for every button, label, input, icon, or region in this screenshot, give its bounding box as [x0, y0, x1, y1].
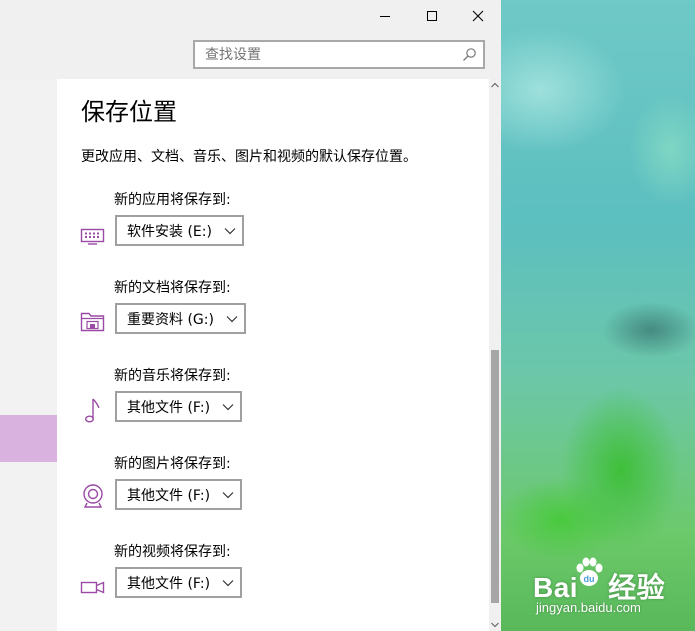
search-box[interactable] [193, 40, 485, 69]
vertical-scrollbar[interactable] [489, 79, 501, 631]
watermark-paw-text: du [584, 574, 595, 584]
setting-label: 新的图片将保存到: [114, 456, 231, 472]
setting-videos: 新的视频将保存到: 其他文件 (F:) [57, 541, 489, 621]
title-bar [0, 0, 501, 79]
search-input[interactable] [195, 42, 465, 67]
content-pane: 保存位置 更改应用、文档、音乐、图片和视频的默认保存位置。 新的应用将保存到: … [57, 79, 489, 631]
chevron-down-icon [224, 227, 236, 235]
watermark-brand: Bai [533, 572, 579, 603]
music-note-icon [84, 398, 100, 423]
music-save-location-dropdown[interactable]: 其他文件 (F:) [115, 391, 243, 422]
desktop-wallpaper [501, 0, 695, 631]
setting-label: 新的视频将保存到: [114, 544, 231, 560]
close-button[interactable] [464, 4, 492, 28]
watermark-brand-suffix: 经验 [608, 572, 666, 603]
dropdown-value: 其他文件 (F:) [127, 487, 211, 504]
chevron-down-icon [222, 491, 234, 499]
left-navigation-pane [0, 79, 57, 631]
page-title: 保存位置 [81, 98, 177, 126]
watermark-url: jingyan.baidu.com [536, 600, 641, 615]
maximize-button[interactable] [418, 4, 446, 28]
minimize-icon [380, 16, 390, 17]
setting-documents: 新的文档将保存到: 重要资料 (G:) [57, 277, 489, 357]
nav-item-selected[interactable] [0, 415, 57, 462]
camera-icon [83, 484, 103, 508]
setting-label: 新的音乐将保存到: [114, 368, 231, 384]
video-camera-icon [80, 581, 105, 594]
chevron-down-icon [226, 315, 238, 323]
baidu-paw-icon: du [576, 557, 603, 586]
dropdown-value: 其他文件 (F:) [127, 575, 211, 592]
setting-label: 新的应用将保存到: [114, 192, 231, 208]
minimize-button[interactable] [371, 4, 399, 28]
video-save-location-dropdown[interactable]: 其他文件 (F:) [115, 567, 243, 598]
settings-window: 保存位置 更改应用、文档、音乐、图片和视频的默认保存位置。 新的应用将保存到: … [0, 0, 501, 631]
dropdown-value: 软件安装 (E:) [127, 223, 212, 240]
app-save-location-dropdown[interactable]: 软件安装 (E:) [115, 215, 244, 246]
dropdown-value: 其他文件 (F:) [127, 399, 211, 416]
search-icon[interactable] [462, 47, 477, 62]
close-icon [472, 10, 484, 22]
folder-drive-icon [80, 312, 105, 332]
chevron-down-icon [222, 403, 234, 411]
scrollbar-thumb[interactable] [491, 350, 499, 603]
maximize-icon [427, 11, 437, 21]
keyboard-icon [80, 228, 105, 245]
document-save-location-dropdown[interactable]: 重要资料 (G:) [115, 303, 246, 334]
setting-apps: 新的应用将保存到: 软件安装 (E:) [57, 189, 489, 269]
chevron-down-icon [222, 579, 234, 587]
picture-save-location-dropdown[interactable]: 其他文件 (F:) [115, 479, 243, 510]
setting-label: 新的文档将保存到: [114, 280, 231, 296]
scroll-up-icon[interactable] [490, 81, 500, 89]
setting-pictures: 新的图片将保存到: 其他文件 (F:) [57, 453, 489, 533]
setting-music: 新的音乐将保存到: 其他文件 (F:) [57, 365, 489, 445]
dropdown-value: 重要资料 (G:) [127, 311, 214, 328]
scroll-down-icon[interactable] [490, 621, 500, 629]
page-description: 更改应用、文档、音乐、图片和视频的默认保存位置。 [81, 149, 417, 165]
